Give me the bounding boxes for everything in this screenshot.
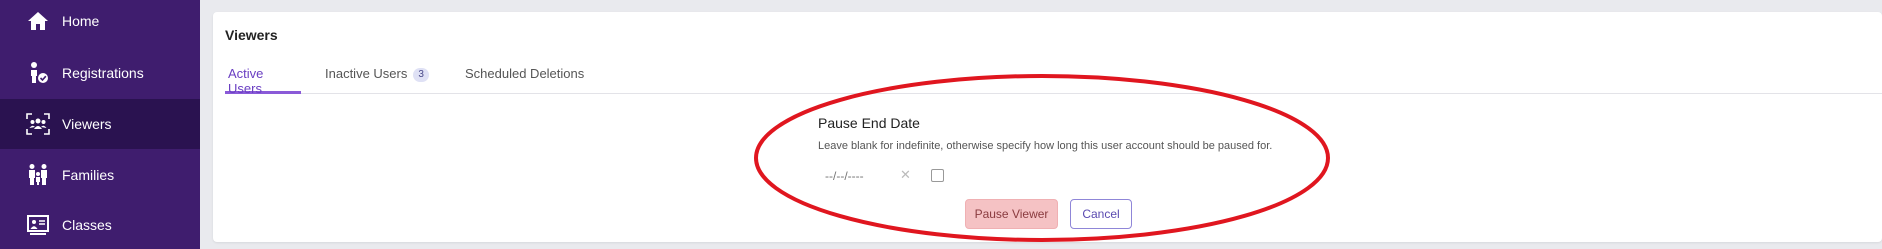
tab-label: Scheduled Deletions	[465, 66, 585, 81]
sidebar-item-label: Families	[62, 167, 115, 183]
cancel-button[interactable]: Cancel	[1070, 199, 1132, 229]
sidebar: Home Registrations Viewers Families Clas…	[0, 0, 200, 249]
tab-bar: Active Users Inactive Users 3 Scheduled …	[225, 66, 1882, 96]
viewers-card: Viewers Active Users Inactive Users 3 Sc…	[213, 12, 1882, 242]
sidebar-item-label: Home	[62, 13, 100, 29]
families-icon	[26, 163, 50, 187]
sidebar-item-home[interactable]: Home	[0, 0, 200, 46]
count-badge: 3	[413, 68, 429, 82]
pause-end-date-input[interactable]	[825, 167, 895, 185]
home-icon	[26, 9, 50, 33]
tab-scheduled-deletions[interactable]: Scheduled Deletions	[465, 66, 584, 94]
pause-viewer-button[interactable]: Pause Viewer	[965, 199, 1058, 229]
sidebar-item-classes[interactable]: Classes	[0, 200, 200, 249]
sidebar-item-label: Registrations	[62, 65, 144, 81]
sidebar-item-families[interactable]: Families	[0, 150, 200, 200]
tab-active-users[interactable]: Active Users	[225, 66, 301, 96]
tab-inactive-users[interactable]: Inactive Users 3	[325, 66, 429, 94]
sidebar-item-label: Viewers	[62, 116, 112, 132]
viewers-icon	[26, 112, 50, 136]
indefinite-checkbox[interactable]	[931, 169, 944, 182]
tab-label: Inactive Users	[325, 66, 408, 81]
pause-end-date-label: Pause End Date	[818, 115, 920, 131]
tab-label: Active Users	[228, 66, 264, 96]
classes-icon	[26, 213, 50, 237]
registrations-icon	[26, 61, 50, 85]
sidebar-item-label: Classes	[62, 217, 112, 233]
pause-end-date-help: Leave blank for indefinite, otherwise sp…	[818, 140, 1273, 152]
sidebar-item-viewers[interactable]: Viewers	[0, 99, 200, 149]
clear-icon[interactable]: ✕	[900, 167, 911, 183]
page-title: Viewers	[225, 27, 278, 43]
sidebar-item-registrations[interactable]: Registrations	[0, 48, 200, 98]
